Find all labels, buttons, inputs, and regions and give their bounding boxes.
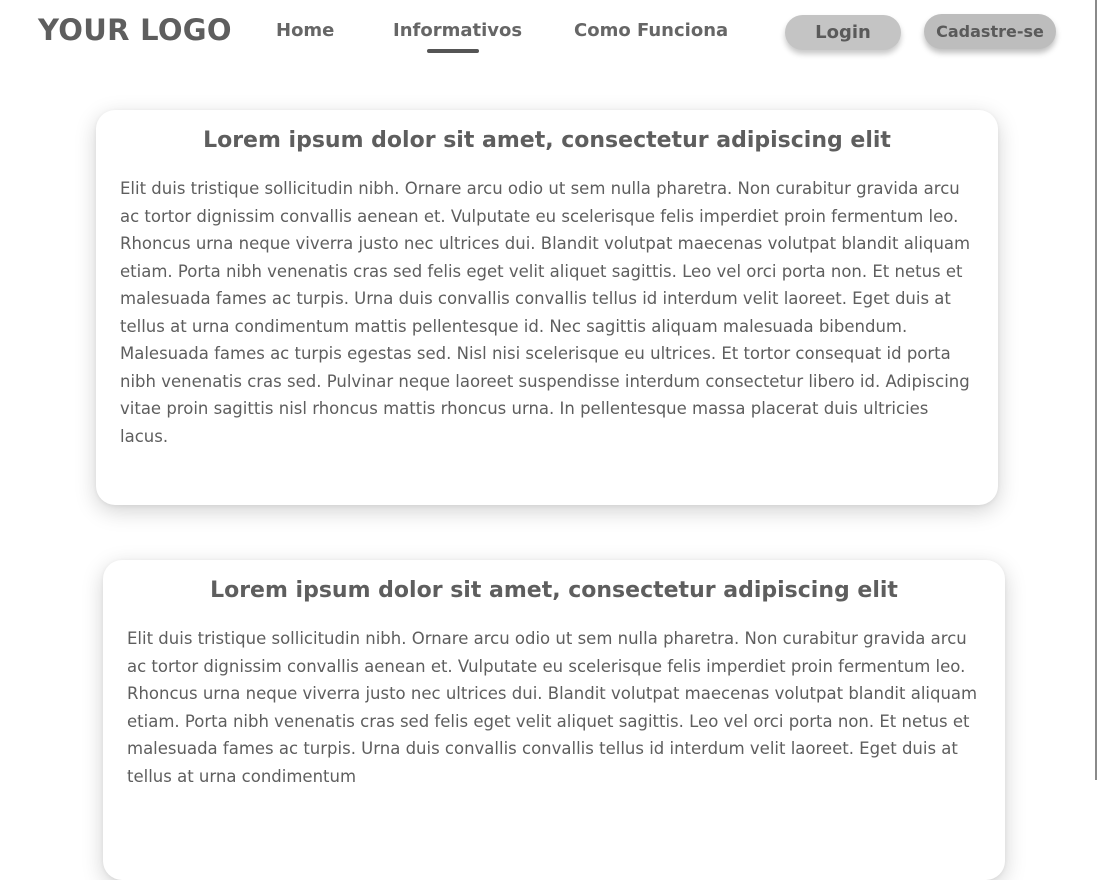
article-title: Lorem ipsum dolor sit amet, consectetur … bbox=[210, 578, 898, 603]
active-nav-indicator bbox=[427, 49, 479, 53]
signup-button[interactable]: Cadastre-se bbox=[924, 14, 1056, 49]
article-title: Lorem ipsum dolor sit amet, consectetur … bbox=[203, 128, 891, 153]
article-body: Elit duis tristique sollicitudin nibh. O… bbox=[127, 629, 978, 786]
login-button[interactable]: Login bbox=[785, 15, 901, 50]
article-card: Lorem ipsum dolor sit amet, consectetur … bbox=[96, 110, 998, 505]
site-logo[interactable]: YOUR LOGO bbox=[38, 13, 232, 47]
nav-informativos[interactable]: Informativos bbox=[393, 20, 522, 41]
nav-home[interactable]: Home bbox=[276, 20, 334, 41]
article-body: Elit duis tristique sollicitudin nibh. O… bbox=[120, 179, 971, 446]
article-card: Lorem ipsum dolor sit amet, consectetur … bbox=[103, 560, 1005, 880]
nav-como-funciona[interactable]: Como Funciona bbox=[574, 20, 728, 41]
